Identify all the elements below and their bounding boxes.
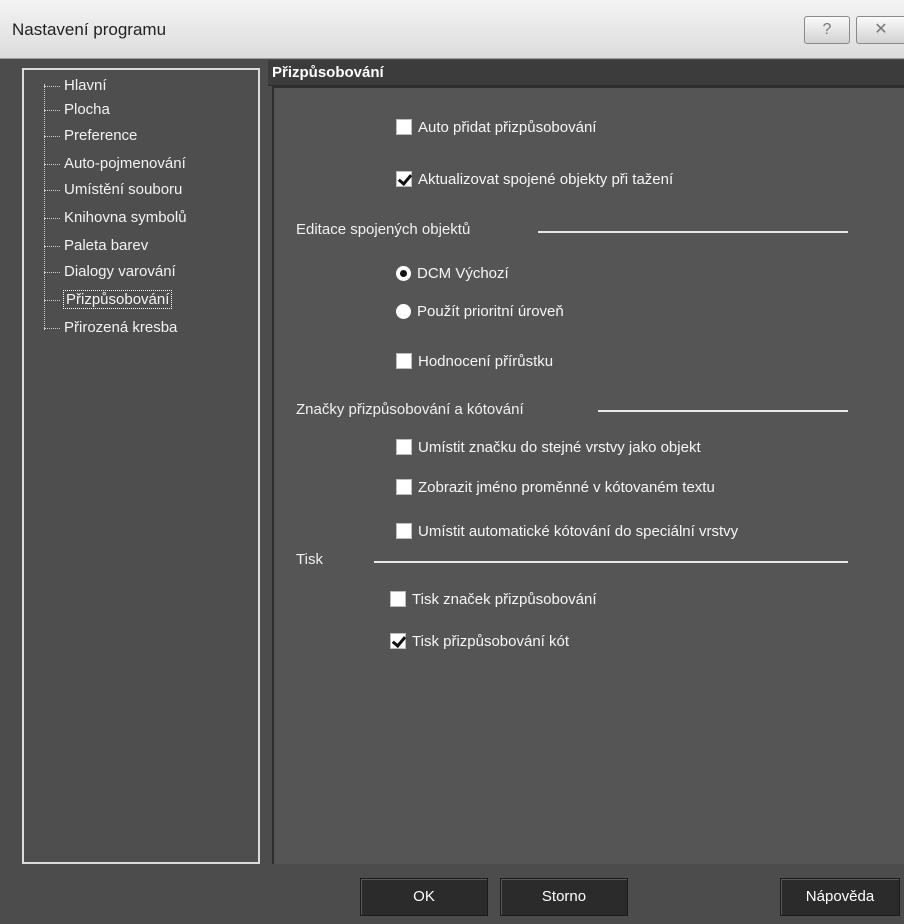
panel-title: Přizpůsobování xyxy=(268,60,904,86)
tree-item-label: Preference xyxy=(64,127,138,144)
print-marks-label: Tisk značek přizpůsobování xyxy=(412,591,597,608)
increment-eval-checkbox[interactable]: Hodnocení přírůstku xyxy=(396,350,553,374)
update-linked-label: Aktualizovat spojené objekty při tažení xyxy=(418,171,674,188)
radio-dot[interactable] xyxy=(396,304,411,319)
group-divider xyxy=(598,410,848,412)
tree-item-preference[interactable]: Preference xyxy=(44,124,137,148)
tree-item-knihovna-symbolu[interactable]: Knihovna symbolů xyxy=(44,206,187,230)
category-tree[interactable]: Hlavní Plocha Preference Auto-pojmenován… xyxy=(22,68,260,864)
checkbox-box[interactable] xyxy=(396,119,412,135)
tree-item-label: Přirozená kresba xyxy=(64,319,178,336)
radio-dcm-default[interactable]: DCM Výchozí xyxy=(396,262,509,286)
group-divider xyxy=(538,231,848,233)
title-bar: Nastavení programu ? ✕ xyxy=(0,0,904,59)
tree-item-label: Dialogy varování xyxy=(64,263,176,280)
auto-dim-layer-label: Umístit automatické kótování do speciáln… xyxy=(418,523,739,540)
close-button[interactable]: ✕ xyxy=(856,16,904,44)
print-dims-checkbox[interactable]: Tisk přizpůsobování kót xyxy=(390,630,569,654)
auto-add-checkbox[interactable]: Auto přidat přizpůsobování xyxy=(396,116,596,140)
group-marks-dimensions: Značky přizpůsobování a kótování xyxy=(296,401,524,418)
dialog-title: Nastavení programu xyxy=(12,20,167,39)
help-title-button[interactable]: ? xyxy=(804,16,850,44)
checkbox-box[interactable] xyxy=(390,591,406,607)
tree-item-label: Plocha xyxy=(64,101,110,118)
print-dims-label: Tisk přizpůsobování kót xyxy=(412,633,570,650)
show-var-name-label: Zobrazit jméno proměnné v kótovaném text… xyxy=(418,479,715,496)
settings-dialog: Nastavení programu ? ✕ Hlavní Plocha Pre… xyxy=(0,0,904,924)
mark-same-layer-label: Umístit značku do stejné vrstvy jako obj… xyxy=(418,439,701,456)
auto-add-label: Auto přidat přizpůsobování xyxy=(418,119,597,136)
auto-dim-layer-checkbox[interactable]: Umístit automatické kótování do speciáln… xyxy=(396,520,738,544)
ok-button[interactable]: OK xyxy=(360,878,488,916)
tree-item-label: Auto-pojmenování xyxy=(64,155,186,172)
update-linked-checkbox[interactable]: Aktualizovat spojené objekty při tažení xyxy=(396,168,673,192)
radio-priority-label: Použít prioritní úroveň xyxy=(417,303,564,320)
tree-item-prirozena-kresba[interactable]: Přirozená kresba xyxy=(44,316,177,340)
checkbox-box[interactable] xyxy=(396,523,412,539)
tree-item-umisteni-souboru[interactable]: Umístění souboru xyxy=(44,178,182,202)
tree-item-prizpusobovani[interactable]: Přizpůsobování xyxy=(44,288,173,312)
checkbox-box[interactable] xyxy=(396,171,412,187)
group-divider xyxy=(374,561,848,563)
tree-item-paleta-barev[interactable]: Paleta barev xyxy=(44,234,148,258)
show-var-name-checkbox[interactable]: Zobrazit jméno proměnné v kótovaném text… xyxy=(396,476,715,500)
group-print: Tisk xyxy=(296,551,323,568)
checkbox-box[interactable] xyxy=(396,353,412,369)
tree-item-plocha[interactable]: Plocha xyxy=(44,98,110,122)
checkbox-box[interactable] xyxy=(396,439,412,455)
radio-dot[interactable] xyxy=(396,266,411,281)
tree-item-dialogy-varovani[interactable]: Dialogy varování xyxy=(44,260,176,284)
tree-item-label: Přizpůsobování xyxy=(62,290,173,309)
mark-same-layer-checkbox[interactable]: Umístit značku do stejné vrstvy jako obj… xyxy=(396,436,701,460)
increment-eval-label: Hodnocení přírůstku xyxy=(418,353,554,370)
help-button[interactable]: Nápověda xyxy=(780,878,900,916)
cancel-button[interactable]: Storno xyxy=(500,878,628,916)
group-linked-objects: Editace spojených objektů xyxy=(296,221,471,238)
radio-dcm-label: DCM Výchozí xyxy=(417,265,509,282)
checkbox-box[interactable] xyxy=(390,633,406,649)
tree-item-label: Knihovna symbolů xyxy=(64,209,187,226)
settings-panel xyxy=(272,86,904,864)
print-marks-checkbox[interactable]: Tisk značek přizpůsobování xyxy=(390,588,597,612)
tree-item-label: Hlavní xyxy=(64,77,107,94)
tree-item-label: Umístění souboru xyxy=(64,181,183,198)
close-icon: ✕ xyxy=(874,21,888,38)
radio-priority-level[interactable]: Použít prioritní úroveň xyxy=(396,300,564,324)
checkbox-box[interactable] xyxy=(396,479,412,495)
tree-item-hlavni[interactable]: Hlavní xyxy=(44,74,107,98)
tree-item-auto-pojmenovani[interactable]: Auto-pojmenování xyxy=(44,152,186,176)
tree-item-label: Paleta barev xyxy=(64,237,149,254)
